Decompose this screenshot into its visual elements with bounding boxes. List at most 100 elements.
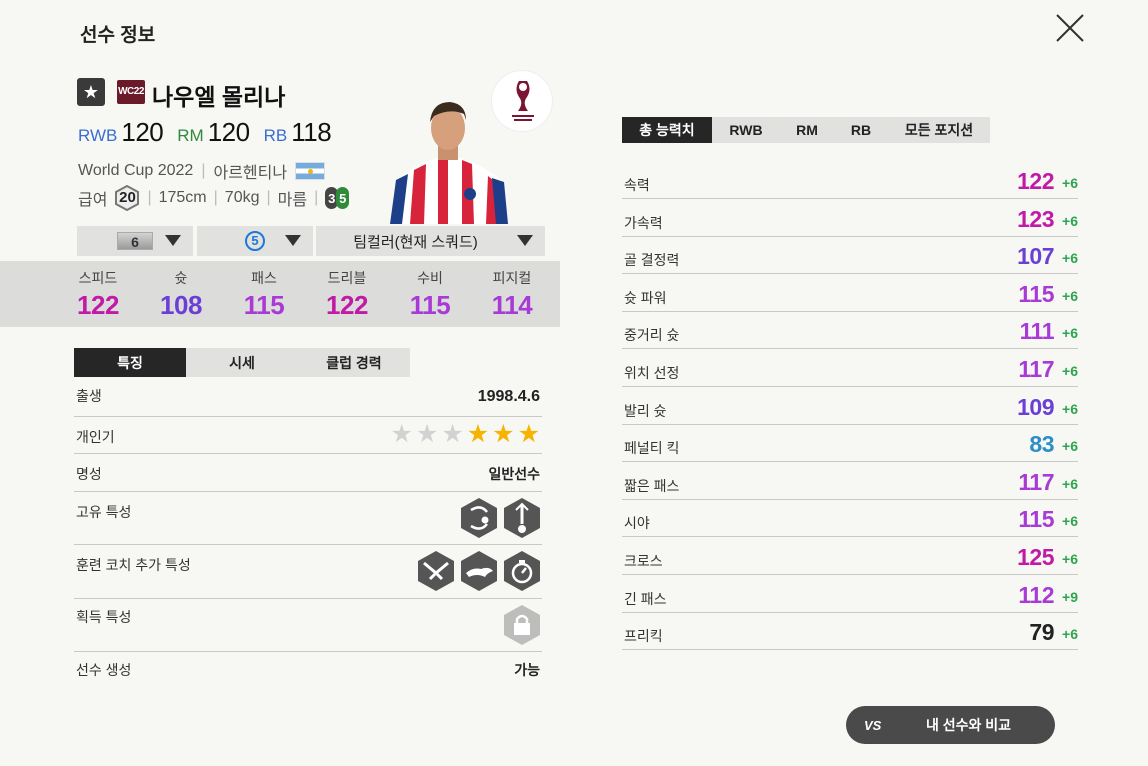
compare-label: 내 선수와 비교 [926, 717, 1012, 733]
tab-club-history[interactable]: 클럽 경력 [298, 348, 410, 377]
tab-rwb[interactable]: RWB [712, 117, 780, 143]
world-cup-logo [491, 70, 553, 132]
player-name: 나우엘 몰리나 [152, 84, 286, 110]
argentina-flag-icon [295, 162, 326, 180]
birth-label: 출생 [76, 388, 102, 404]
stat-row: 긴 패스 112 +9 [622, 575, 1078, 613]
weight-value: 70kg [224, 189, 260, 206]
stat-value: 111 [1019, 318, 1055, 345]
tab-rm[interactable]: RM [780, 117, 834, 143]
summary-stat-label: 패스 [251, 270, 277, 286]
coach-traits [416, 549, 542, 593]
stat-value: 125 [1017, 544, 1054, 570]
stat-tabs: 총 능력치 RWB RM RB 모든 포지션 [622, 117, 990, 143]
info-row-unique-traits: 고유 특성 [74, 492, 542, 545]
nation-name: 아르헨티나 [213, 165, 288, 182]
tab-all-positions[interactable]: 모든 포지션 [888, 117, 990, 143]
stat-value: 123 [1017, 205, 1054, 232]
summary-stat: 드리블 122 [307, 268, 387, 321]
summary-stat-value: 115 [409, 290, 451, 320]
fame-label: 명성 [76, 466, 102, 482]
star-icon: ★ [517, 420, 540, 448]
creation-label: 선수 생성 [76, 662, 132, 678]
birth-value: 1998.4.6 [477, 388, 540, 405]
stat-value: 117 [1018, 468, 1054, 495]
skill-label: 개인기 [76, 429, 115, 445]
stat-bonus: +9 [1062, 588, 1078, 605]
favorite-star-button[interactable]: ★ [77, 78, 105, 106]
season-badge: WC22 [117, 80, 145, 104]
summary-stat-value: 122 [77, 290, 119, 320]
stat-row: 골 결정력 107 +6 [622, 236, 1078, 275]
grade-selector[interactable]: 5 [197, 226, 313, 256]
stat-label: 프리킥 [624, 628, 663, 645]
vs-icon: VS [864, 717, 882, 733]
star-icon: ★ [390, 420, 413, 448]
tab-price[interactable]: 시세 [186, 348, 298, 377]
divider: | [266, 189, 271, 206]
stat-bonus: +6 [1062, 287, 1078, 304]
info-tabs: 특징 시세 클럽 경력 [74, 348, 410, 377]
stat-label: 짧은 패스 [624, 477, 680, 494]
tab-total-stats[interactable]: 총 능력치 [622, 117, 712, 143]
tab-rb[interactable]: RB [834, 117, 888, 143]
stat-bonus: +6 [1062, 325, 1078, 342]
stat-value: 117 [1018, 356, 1054, 382]
position-ovr: 120 [121, 117, 164, 147]
stat-row: 크로스 125 +6 [622, 537, 1078, 575]
stat-label: 시야 [624, 515, 650, 532]
team-color-selector[interactable]: 팀컬러(현재 스쿼드) [316, 226, 545, 256]
stat-row: 위치 선정 117 +6 [622, 349, 1078, 387]
stat-bonus: +6 [1062, 475, 1078, 492]
position-label: RWB [78, 126, 118, 145]
stat-label: 긴 패스 [624, 590, 667, 607]
stat-row: 가속력 123 +6 [622, 199, 1078, 237]
unique-traits-label: 고유 특성 [76, 504, 132, 520]
stat-label: 중거리 슛 [624, 327, 680, 344]
stat-row: 슛 파워 115 +6 [622, 274, 1078, 312]
grade-value: 5 [245, 231, 265, 251]
height-value: 175cm [158, 189, 207, 206]
star-icon: ★ [492, 420, 515, 448]
close-button[interactable] [1052, 10, 1088, 46]
trait-crosser-icon[interactable] [502, 496, 542, 540]
summary-stat-value: 114 [491, 290, 533, 320]
season-name: World Cup 2022 [78, 162, 194, 179]
stat-bonus: +6 [1062, 250, 1078, 267]
coach-traits-label: 훈련 코치 추가 특성 [76, 557, 191, 573]
position-ovr: 120 [207, 117, 250, 147]
close-icon[interactable] [1052, 10, 1088, 46]
summary-stat-label: 슛 [174, 270, 188, 286]
info-row-skill: 개인기 ★ ★ ★ ★ ★ ★ [74, 417, 542, 454]
chevron-down-icon [285, 235, 301, 246]
stat-value: 107 [1017, 243, 1054, 270]
salary-label: 급여 [78, 192, 108, 209]
summary-stat-label: 드리블 [327, 270, 367, 286]
summary-stat: 패스 115 [224, 268, 304, 321]
fame-value: 일반선수 [488, 466, 540, 482]
stat-value: 115 [1018, 506, 1054, 533]
stat-row: 페널티 킥 83 +6 [622, 424, 1078, 463]
stat-bonus: +6 [1062, 626, 1078, 643]
info-row-creation: 선수 생성 가능 [74, 652, 542, 686]
stat-value: 109 [1017, 393, 1054, 420]
tab-traits[interactable]: 특징 [74, 348, 186, 377]
trait-tackle-icon[interactable] [416, 549, 456, 593]
team-color-value: 팀컬러(현재 스쿼드) [353, 233, 478, 251]
position-ovr: 118 [291, 117, 332, 147]
compare-button[interactable]: VS 내 선수와 비교 [846, 706, 1055, 744]
stat-label: 위치 선정 [624, 365, 680, 381]
stat-value: 83 [1029, 431, 1054, 458]
chevron-down-icon [517, 235, 533, 246]
salary-value: 20 [119, 189, 136, 206]
trait-stamina-icon[interactable] [502, 549, 542, 593]
stat-value: 79 [1029, 619, 1054, 646]
stat-row: 프리킥 79 +6 [622, 612, 1078, 651]
divider: | [201, 162, 206, 179]
stat-label: 속력 [624, 177, 650, 193]
level-selector[interactable]: 6 [77, 226, 193, 256]
trait-long-throw-icon[interactable] [459, 496, 499, 540]
info-row-fame: 명성 일반선수 [74, 454, 542, 492]
stat-bonus: +6 [1062, 212, 1078, 229]
trait-speed-dribbler-icon[interactable] [459, 549, 499, 593]
